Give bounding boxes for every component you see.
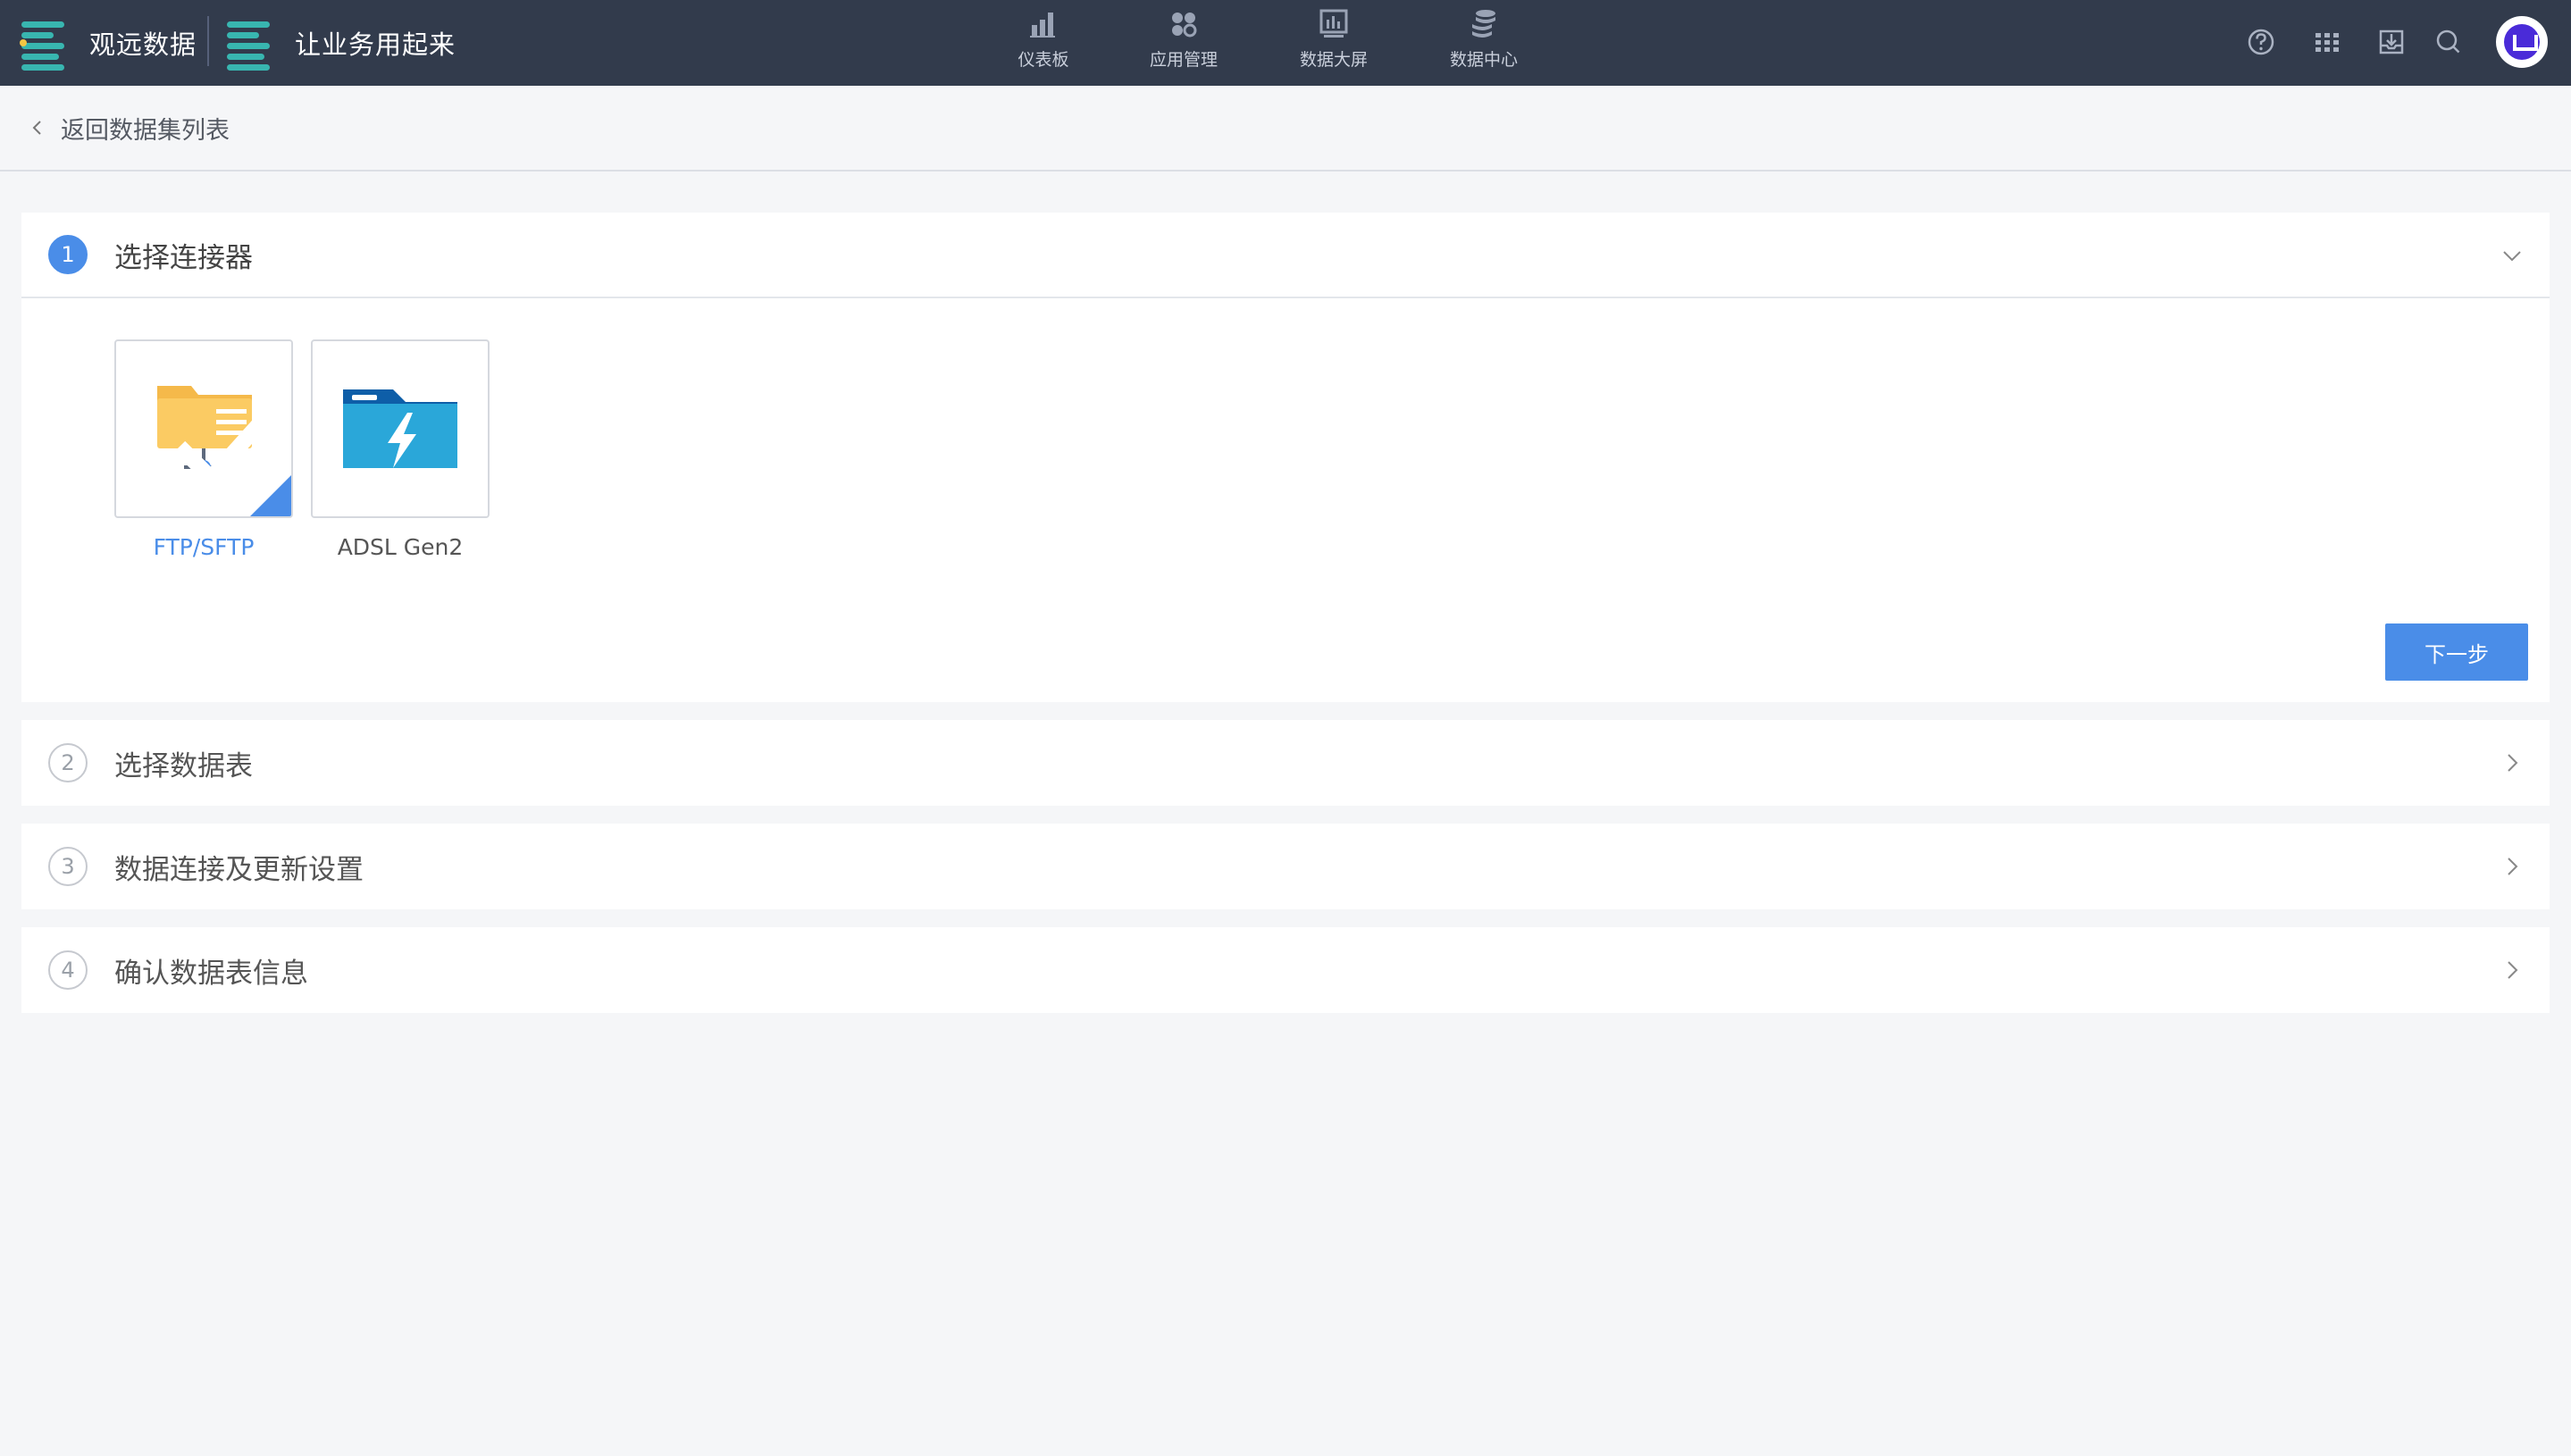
search-button[interactable] [2428, 21, 2469, 63]
top-navigation-bar: 观远数据 让业务用起来 仪表板 应用管理 数据大屏 数据中心 [0, 0, 2571, 86]
nav-app-management[interactable]: 应用管理 [1135, 5, 1233, 82]
connector-card[interactable] [114, 339, 293, 518]
step-3-header[interactable]: 3 数据连接及更新设置 [21, 824, 2550, 909]
chevron-right-icon[interactable] [2500, 854, 2525, 879]
next-step-button[interactable]: 下一步 [2385, 623, 2528, 681]
step-panel-connection-settings: 3 数据连接及更新设置 [21, 824, 2550, 909]
connector-adsl-gen2[interactable]: ADSL Gen2 [311, 339, 490, 560]
chevron-right-icon[interactable] [2500, 750, 2525, 775]
step-4-header[interactable]: 4 确认数据表信息 [21, 927, 2550, 1013]
step-3-number: 3 [48, 847, 88, 886]
back-to-dataset-list-link[interactable]: 返回数据集列表 [27, 111, 230, 146]
step-3-title: 数据连接及更新设置 [114, 853, 364, 886]
back-bar: 返回数据集列表 [0, 86, 2571, 172]
checkmark-icon [173, 410, 273, 490]
user-avatar[interactable] [2496, 16, 2548, 68]
brand-name: 观远数据 [89, 29, 197, 60]
step-1-header[interactable]: 1 选择连接器 [21, 213, 2550, 298]
guandata-logo-icon [20, 18, 66, 71]
search-icon [2436, 29, 2460, 54]
nav-big-screen[interactable]: 数据大屏 [1285, 5, 1383, 82]
brand-slogan-block: 让业务用起来 [225, 0, 456, 86]
brand-home-link[interactable]: 观远数据 [20, 0, 197, 86]
apps-cluster-icon [1172, 13, 1197, 38]
connector-list: FTP/SFTP ADSL Gen2 [114, 339, 507, 560]
azure-data-lake-folder-icon [343, 389, 457, 468]
step-4-number: 4 [48, 950, 88, 990]
step-panel-select-connector: 1 选择连接器 FTP/SFTP ADSL Gen2 下一步 [21, 213, 2550, 702]
help-icon [2248, 29, 2274, 55]
step-panel-confirm-table-info: 4 确认数据表信息 [21, 927, 2550, 1013]
step-2-header[interactable]: 2 选择数据表 [21, 720, 2550, 806]
step-panel-select-table: 2 选择数据表 [21, 720, 2550, 806]
nav-data-center[interactable]: 数据中心 [1435, 5, 1533, 82]
help-button[interactable] [2240, 21, 2282, 63]
back-link-label: 返回数据集列表 [61, 116, 230, 145]
step-2-number: 2 [48, 743, 88, 782]
bar-chart-icon [1030, 13, 1055, 38]
chevron-right-icon[interactable] [2500, 958, 2525, 983]
brand-divider [207, 16, 209, 66]
slogan-logo-icon [225, 18, 272, 71]
connector-ftp-sftp[interactable]: FTP/SFTP [114, 339, 293, 560]
connector-label: FTP/SFTP [153, 534, 255, 560]
inbox-download-icon [2379, 29, 2404, 54]
step-4-title: 确认数据表信息 [114, 957, 308, 990]
grid-menu-icon [2316, 33, 2339, 52]
step-1-number: 1 [48, 235, 88, 274]
nav-dashboard[interactable]: 仪表板 [994, 5, 1093, 82]
chevron-left-icon [32, 121, 41, 135]
avatar-logo-icon [2504, 24, 2540, 60]
step-2-title: 选择数据表 [114, 749, 253, 782]
downloads-button[interactable] [2371, 21, 2412, 63]
connector-card[interactable] [311, 339, 490, 518]
app-grid-button[interactable] [2307, 21, 2348, 63]
step-1-title: 选择连接器 [114, 241, 253, 274]
connector-label: ADSL Gen2 [337, 534, 464, 560]
nav-dashboard-label: 仪表板 [1018, 50, 1069, 70]
nav-big-screen-label: 数据大屏 [1299, 50, 1368, 70]
nav-data-center-label: 数据中心 [1449, 50, 1518, 70]
nav-app-management-label: 应用管理 [1149, 50, 1218, 70]
big-screen-icon [1319, 9, 1348, 38]
chevron-down-icon[interactable] [2500, 243, 2525, 268]
brand-slogan: 让业务用起来 [295, 29, 456, 60]
database-stack-icon [1472, 10, 1495, 38]
